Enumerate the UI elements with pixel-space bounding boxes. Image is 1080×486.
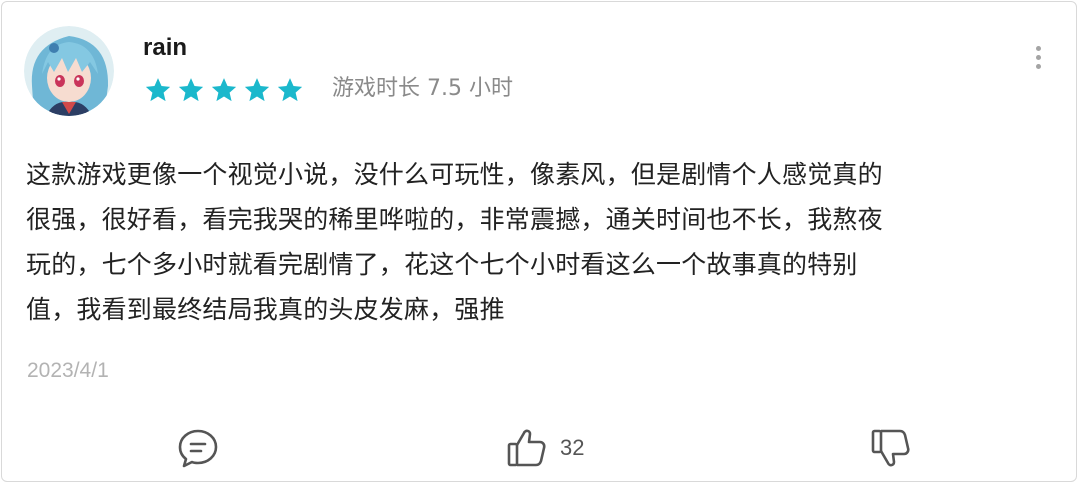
star-icon [277, 78, 303, 102]
review-date: 2023/4/1 [27, 359, 109, 382]
star-rating [144, 74, 304, 106]
review-text-line: 值，我看到最终结局我真的头皮发麻，强推 [26, 295, 505, 324]
review-text-line: 玩的，七个多小时就看完剧情了，花这个七个小时看这么一个故事真的特别 [26, 250, 858, 279]
thumbs-up-icon [507, 429, 546, 467]
review-text-line: 这款游戏更像一个视觉小说，没什么可玩性，像素风，但是剧情个人感觉真的 [26, 160, 883, 189]
review-card: rain 游戏时长 7.5 小时 这款游戏更像一个视觉小说，没什么可玩性，像素风… [1, 1, 1077, 482]
username[interactable]: rain [143, 32, 187, 64]
star-icon [244, 78, 270, 102]
star-icon [211, 78, 237, 102]
comment-icon [178, 429, 218, 468]
playtime: 游戏时长 7.5 小时 [332, 76, 513, 101]
avatar-image [24, 26, 114, 116]
star-icon [178, 78, 204, 102]
like-button[interactable]: 32 [506, 425, 600, 471]
thumbs-down-icon [871, 429, 910, 467]
dislike-button[interactable] [870, 425, 912, 471]
comment-button[interactable] [177, 425, 219, 471]
star-icon [145, 78, 171, 102]
like-count: 32 [560, 435, 585, 460]
more-vertical-icon[interactable] [1026, 44, 1050, 72]
review-text-line: 很强，很好看，看完我哭的稀里哗啦的，非常震撼，通关时间也不长，我熬夜 [26, 205, 883, 234]
review-text: 这款游戏更像一个视觉小说，没什么可玩性，像素风，但是剧情个人感觉真的 很强，很好… [26, 152, 1056, 332]
avatar[interactable] [24, 26, 114, 116]
